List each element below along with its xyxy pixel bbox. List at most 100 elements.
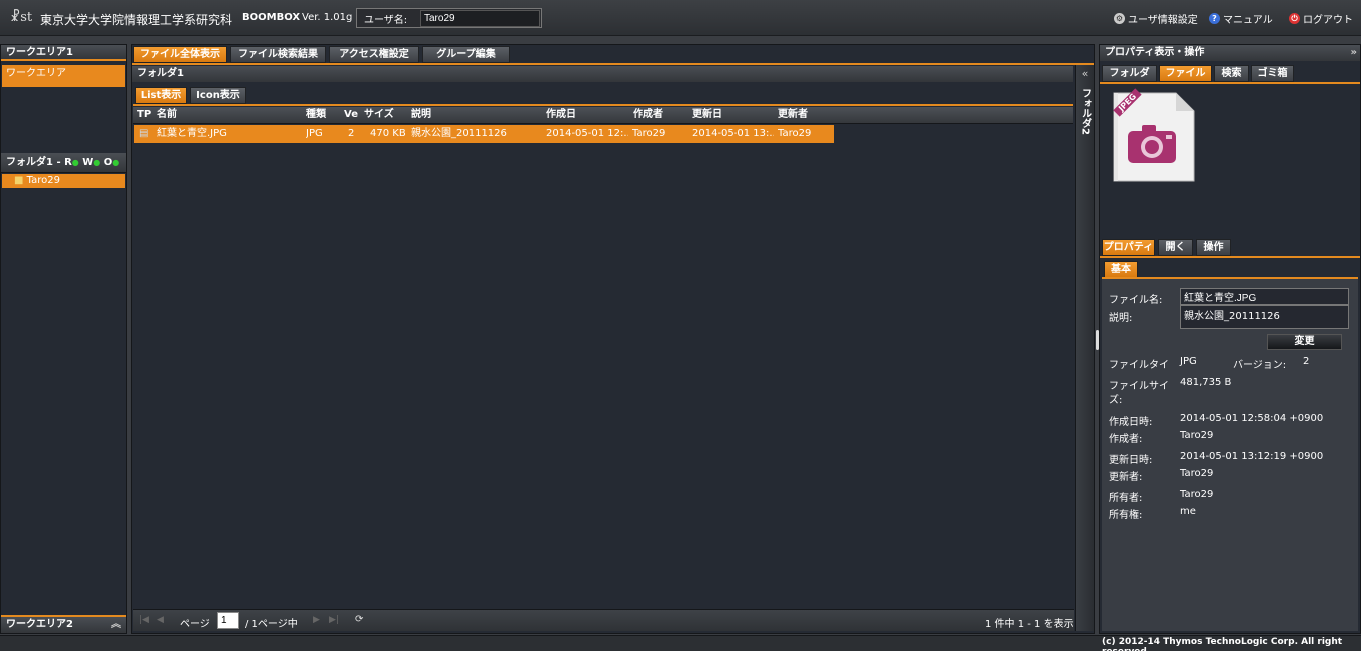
prop-tab-underline xyxy=(1100,256,1360,258)
filesize-label-2: ズ: xyxy=(1109,395,1123,406)
tab-open[interactable]: 開く xyxy=(1158,239,1193,256)
col-updater[interactable]: 更新者 xyxy=(778,107,808,123)
filesize-label: ファイルサイ xyxy=(1109,381,1169,392)
cell-ver: 2 xyxy=(348,128,355,139)
updater-value: Taro29 xyxy=(1180,468,1214,479)
ownership-label: 所有権: xyxy=(1109,510,1143,521)
user-settings-label: ユーザ情報設定 xyxy=(1128,15,1198,26)
last-page-icon[interactable]: ▶| xyxy=(329,615,339,625)
app-version: Ver. 1.01g xyxy=(302,12,353,23)
user-settings-link[interactable]: ⚙ ユーザ情報設定 xyxy=(1114,11,1198,26)
cell-name: 紅葉と青空.JPG xyxy=(157,128,227,139)
user-name-field[interactable] xyxy=(420,10,540,27)
created-label: 作成日時: xyxy=(1109,417,1153,428)
manual-label: マニュアル xyxy=(1223,15,1273,26)
folder-icon: ■ xyxy=(14,175,24,186)
col-updated[interactable]: 更新日 xyxy=(692,107,722,123)
splitter-handle[interactable] xyxy=(1096,330,1099,350)
tab-group-edit[interactable]: グループ編集 xyxy=(422,46,510,63)
col-created[interactable]: 作成日 xyxy=(546,107,576,123)
tab-basic[interactable]: 基本 xyxy=(1104,261,1138,278)
owner-value: Taro29 xyxy=(1180,489,1214,500)
cell-created: 2014-05-01 12:... xyxy=(546,128,628,139)
updated-value: 2014-05-01 13:12:19 +0900 xyxy=(1180,451,1324,462)
pager-summary: 1 件中 1 - 1 を表示 xyxy=(985,619,1074,630)
cell-creator: Taro29 xyxy=(632,128,666,139)
logout-link[interactable]: ⏻ ログアウト xyxy=(1289,11,1353,26)
col-name[interactable]: 名前 xyxy=(157,107,177,123)
folder-item[interactable]: ■ Taro29 xyxy=(2,174,125,188)
col-desc[interactable]: 説明 xyxy=(411,107,431,123)
col-creator[interactable]: 作成者 xyxy=(633,107,663,123)
file-thumbnail[interactable]: JPEG xyxy=(1110,88,1196,183)
tab-operations[interactable]: 操作 xyxy=(1196,239,1231,256)
tab-search[interactable]: 検索 xyxy=(1214,65,1249,82)
next-page-icon[interactable]: ▶ xyxy=(313,615,320,625)
org-name: 東京大学大学院情報理工学系研究科 xyxy=(40,13,233,27)
folder-item-label: Taro29 xyxy=(26,175,60,186)
grid-header: TP 名前 種類 Ve サイズ 説明 作成日 作成者 更新日 更新者 xyxy=(133,107,1073,124)
tab-search-results[interactable]: ファイル検索結果 xyxy=(230,46,326,63)
prev-page-icon[interactable]: ◀ xyxy=(157,615,164,625)
help-icon: ? xyxy=(1209,13,1220,24)
manual-link[interactable]: ? マニュアル xyxy=(1209,11,1273,26)
expand-icon[interactable]: « xyxy=(1076,67,1094,80)
col-size[interactable]: サイズ xyxy=(364,107,394,123)
updated-label: 更新日時: xyxy=(1109,455,1153,466)
first-page-icon[interactable]: |◀ xyxy=(139,615,149,625)
collapse-icon[interactable]: ︽ xyxy=(111,617,121,632)
tab-folder[interactable]: フォルダ xyxy=(1102,65,1157,82)
workarea1-header: ワークエリア1 xyxy=(1,45,126,61)
folder-header-label: フォルダ1 - R xyxy=(6,157,72,168)
filesize-value: 481,735 B xyxy=(1180,377,1232,388)
workarea-item[interactable]: ワークエリア xyxy=(2,65,125,87)
desc-field[interactable]: 親水公園_20111126 xyxy=(1180,305,1349,329)
col-tp[interactable]: TP xyxy=(137,107,151,123)
page-input[interactable] xyxy=(217,612,239,629)
perm-o: O xyxy=(103,157,113,168)
created-value: 2014-05-01 12:58:04 +0900 xyxy=(1180,413,1324,424)
cell-desc: 親水公園_20111126 xyxy=(411,128,507,139)
tab-icon-view[interactable]: Icon表示 xyxy=(190,87,246,104)
ownership-value: me xyxy=(1180,506,1196,517)
right-tab-underline xyxy=(1100,82,1360,84)
filename-field[interactable] xyxy=(1180,288,1349,305)
cell-type: JPG xyxy=(306,128,323,139)
app-name: BOOMBOX xyxy=(242,12,301,23)
properties-title: プロパティ表示・操作 xyxy=(1105,47,1205,58)
properties-header: プロパティ表示・操作 » xyxy=(1100,45,1360,61)
cell-updater: Taro29 xyxy=(778,128,812,139)
collapse-right-icon[interactable]: » xyxy=(1351,45,1357,60)
tab-access-settings[interactable]: アクセス権設定 xyxy=(329,46,419,63)
tab-list-view[interactable]: List表示 xyxy=(135,87,187,104)
page-label: ページ xyxy=(180,619,210,630)
tab-properties[interactable]: プロパティ xyxy=(1102,239,1155,256)
refresh-icon[interactable]: ⟳ xyxy=(355,614,363,625)
logo: ☧st xyxy=(10,10,33,25)
cell-size: 470 KB xyxy=(370,128,406,139)
tab-all-files[interactable]: ファイル全体表示 xyxy=(133,46,227,63)
change-button[interactable]: 変更 xyxy=(1267,334,1342,350)
creator-value: Taro29 xyxy=(1180,430,1214,441)
folder-header: フォルダ1 - R● W● O● xyxy=(1,153,126,173)
cell-updated: 2014-05-01 13:... xyxy=(692,128,774,139)
workarea2-header[interactable]: ワークエリア2 ︽ xyxy=(1,615,126,633)
folder-title: フォルダ1 xyxy=(132,66,1073,82)
page-total: / 1ページ中 xyxy=(245,619,298,630)
table-row[interactable]: ▤ 紅葉と青空.JPG JPG 2 470 KB 親水公園_20111126 2… xyxy=(134,125,834,143)
tab-trash[interactable]: ゴミ箱 xyxy=(1251,65,1294,82)
copyright: (c) 2012-14 Thymos TechnoLogic Corp. All… xyxy=(1102,637,1343,651)
col-ver[interactable]: Ve xyxy=(344,107,358,123)
updater-label: 更新者: xyxy=(1109,472,1143,483)
tab-file[interactable]: ファイル xyxy=(1159,65,1212,82)
col-type[interactable]: 種類 xyxy=(306,107,326,123)
folder2-strip[interactable]: « フォルダ2 xyxy=(1075,65,1094,631)
creator-label: 作成者: xyxy=(1109,434,1143,445)
power-icon: ⏻ xyxy=(1289,13,1300,24)
view-tab-underline xyxy=(133,104,1073,106)
owner-label: 所有者: xyxy=(1109,493,1143,504)
workarea2-label: ワークエリア2 xyxy=(6,619,73,630)
check-icon: ● xyxy=(71,158,79,167)
file-icon: ▤ xyxy=(139,128,149,139)
folder2-label: フォルダ2 xyxy=(1079,88,1091,135)
